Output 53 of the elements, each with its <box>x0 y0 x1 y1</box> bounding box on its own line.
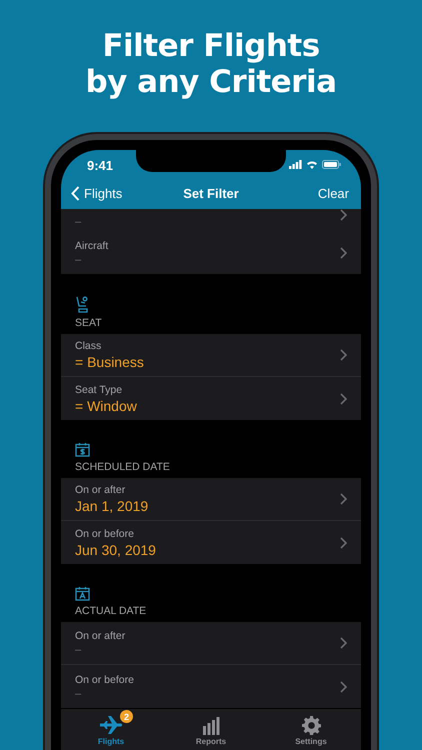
chevron-right-icon <box>340 536 347 548</box>
row-value: – <box>75 688 82 700</box>
row-label: On or after <box>75 484 126 496</box>
chevron-right-icon <box>340 246 347 258</box>
row-value: – <box>75 254 82 266</box>
row-value: – <box>75 644 82 656</box>
status-time: 9:41 <box>87 158 114 172</box>
bar-chart-icon <box>202 716 220 734</box>
tab-button[interactable]: Reports <box>171 709 251 749</box>
calendar-icon <box>75 586 90 601</box>
filter-row[interactable]: On or after Jan 1, 2019 <box>61 478 361 521</box>
signal-icon <box>289 160 302 168</box>
row-label: Class <box>75 340 102 352</box>
calendar-icon <box>75 442 90 457</box>
chevron-right-icon <box>340 392 347 404</box>
row-label: Seat Type <box>75 384 124 396</box>
row-label: On or before <box>75 674 134 686</box>
airplane-icon <box>98 715 124 735</box>
filter-row[interactable]: Class = Business <box>61 334 361 377</box>
battery-icon <box>322 160 341 168</box>
filter-row[interactable]: On or before Jun 30, 2019 <box>61 521 361 564</box>
filter-row[interactable]: Seat Type = Window <box>61 377 361 420</box>
chevron-right-icon <box>340 209 347 221</box>
section-header: SCHEDULED DATE <box>75 461 170 473</box>
seat-icon <box>75 296 89 313</box>
count-badge: 2 <box>120 710 133 723</box>
row-value: = Window <box>75 398 137 414</box>
chevron-left-icon <box>71 186 80 201</box>
section-header: SEAT <box>75 317 102 329</box>
row-label: On or after <box>75 630 126 642</box>
tab-button[interactable]: 2 Flights <box>71 709 151 749</box>
tab-button[interactable]: Settings <box>271 709 351 749</box>
headline-text: Filter Flights <box>102 28 320 64</box>
row-value: = Business <box>75 354 144 370</box>
settings-icon <box>302 716 320 734</box>
filter-row[interactable]: Aircraft – <box>61 231 361 274</box>
back-button[interactable]: Flights <box>71 186 122 201</box>
chevron-right-icon <box>340 637 347 649</box>
headline-text: by any Criteria <box>85 64 337 100</box>
row-value: Jun 30, 2019 <box>75 542 156 558</box>
clear-button[interactable]: Clear <box>318 186 349 201</box>
row-value: Jan 1, 2019 <box>75 498 148 514</box>
row-value: – <box>75 216 82 228</box>
wifi-icon <box>306 160 318 168</box>
section-header: ACTUAL DATE <box>75 605 146 617</box>
screen-title: Set Filter <box>183 186 239 201</box>
chevron-right-icon <box>340 680 347 692</box>
chevron-right-icon <box>340 349 347 361</box>
filter-row[interactable]: On or before – <box>61 665 361 708</box>
row-label: On or before <box>75 528 135 540</box>
row-label: Aircraft <box>75 240 108 252</box>
chevron-right-icon <box>340 493 347 505</box>
filter-row[interactable]: On or after – <box>61 622 361 665</box>
